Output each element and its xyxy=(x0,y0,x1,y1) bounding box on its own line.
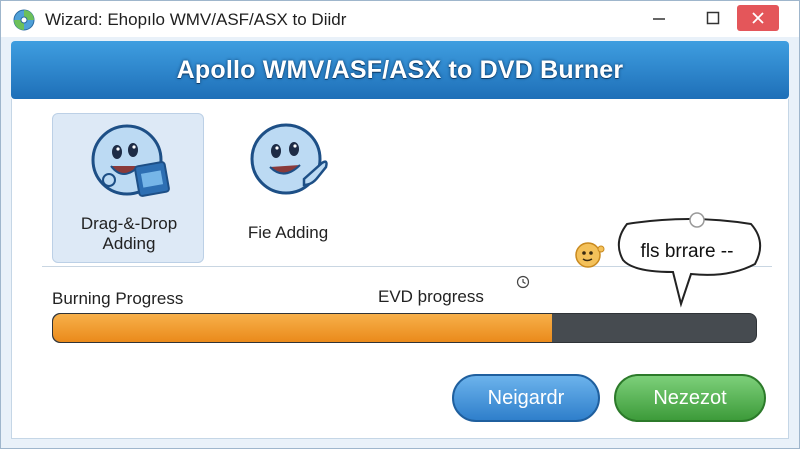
file-adding-option[interactable]: Fie Adding xyxy=(212,113,364,263)
title-bar: Wizard: Ehopılo WMV/ASF/ASX to Diidr xyxy=(1,1,799,37)
drag-drop-adding-label: Drag-&-Drop Adding xyxy=(53,214,205,254)
close-button[interactable] xyxy=(737,5,779,31)
mode-label-line: Drag-&-Drop Adding xyxy=(80,214,178,253)
maximize-icon xyxy=(706,11,720,25)
clock-icon xyxy=(516,275,530,289)
progress-fill xyxy=(53,314,553,342)
speech-bubble-text: fls brrare -- xyxy=(640,241,734,262)
maximize-button[interactable] xyxy=(691,1,735,35)
window-title: Wizard: Ehopılo WMV/ASF/ASX to Diidr xyxy=(45,10,347,29)
next-button[interactable]: Nezezot xyxy=(614,374,766,422)
evd-progress-label: EVD þrogress xyxy=(378,287,484,306)
drag-drop-adding-option[interactable]: Drag-&-Drop Adding xyxy=(52,113,204,263)
minimize-button[interactable] xyxy=(637,1,681,35)
close-icon xyxy=(752,12,764,24)
wizard-window: Wizard: Ehopılo WMV/ASF/ASX to Diidr Apo… xyxy=(0,0,800,449)
small-mascot-icon xyxy=(575,242,605,268)
back-button[interactable]: Neigardr xyxy=(452,374,600,422)
smiley-mascot-icon xyxy=(91,124,170,197)
file-adding-label: Fie Adding xyxy=(247,223,329,242)
banner-title: Apollo WMV/ASF/ASX to DVD Burner xyxy=(176,55,624,84)
minimize-icon xyxy=(653,18,665,20)
burning-progress-bar xyxy=(52,313,757,343)
burning-progress-label: Burning Progress xyxy=(52,289,184,308)
app-disc-icon xyxy=(13,9,35,31)
header-banner: Apollo WMV/ASF/ASX to DVD Burner xyxy=(11,41,789,99)
wizard-content: Drag-&-Drop Adding Fie Adding fls brrare… xyxy=(11,99,789,439)
smiley-pointing-icon xyxy=(250,123,328,195)
